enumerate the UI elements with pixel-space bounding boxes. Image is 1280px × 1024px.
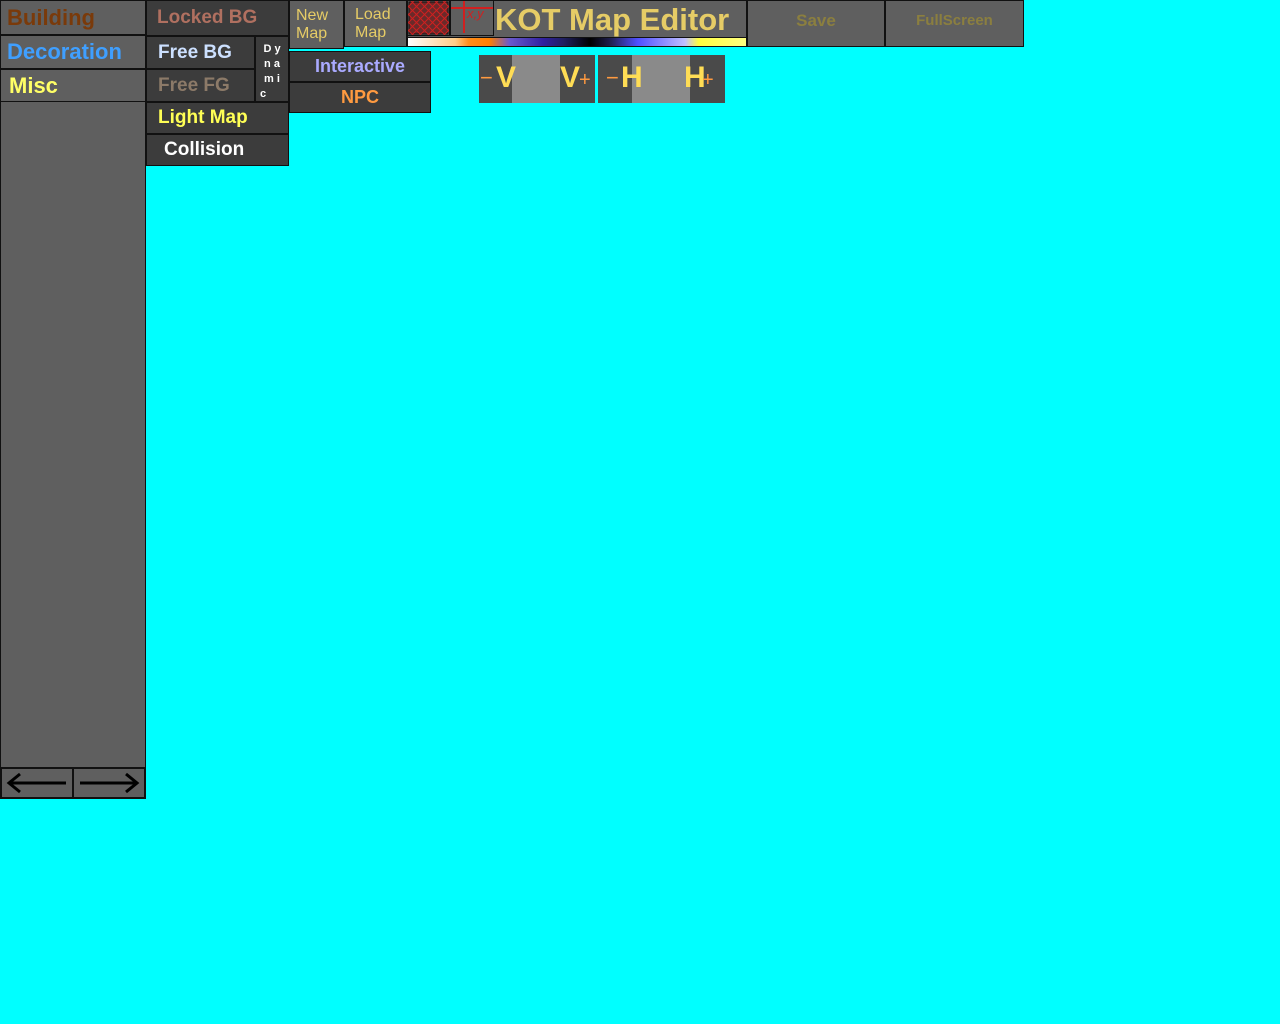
horizontal-resize-control: − H H + xyxy=(598,55,725,103)
layer-free-fg[interactable]: Free FG xyxy=(146,69,255,102)
layer-interactive-label: Interactive xyxy=(314,56,406,76)
tile-palette[interactable] xyxy=(0,102,146,768)
new-map-button[interactable]: New Map xyxy=(289,0,344,49)
h-plus-button[interactable]: H + xyxy=(684,55,725,103)
v-plus-button[interactable]: V + xyxy=(560,55,595,103)
vertical-size-display xyxy=(512,55,560,103)
category-misc[interactable]: Misc xyxy=(0,69,146,102)
grid-toggle-button[interactable] xyxy=(407,0,450,36)
category-building-label: Building xyxy=(7,4,95,30)
layer-dynamic[interactable]: D y n a m i c xyxy=(255,36,289,102)
arrow-right-icon xyxy=(80,772,140,794)
grid-icon xyxy=(408,1,449,35)
minus-sign: − xyxy=(606,65,619,90)
h-minus-label: H xyxy=(621,61,643,94)
layer-free-bg-label: Free BG xyxy=(158,41,232,63)
new-map-label: Map xyxy=(296,25,328,42)
load-map-button[interactable]: Load Map xyxy=(344,0,407,47)
layer-locked-bg-label: Locked BG xyxy=(157,7,258,28)
xy-label: x,y xyxy=(467,6,484,21)
layer-free-bg[interactable]: Free BG xyxy=(146,36,255,69)
v-minus-label: V xyxy=(496,61,517,94)
layer-npc-label: NPC xyxy=(340,87,379,107)
h-minus-button[interactable]: − H xyxy=(598,55,643,103)
layer-light-map-label: Light Map xyxy=(158,107,248,128)
layer-npc[interactable]: NPC xyxy=(289,82,431,113)
layer-collision-label: Collision xyxy=(164,139,245,160)
load-map-label: Map xyxy=(355,24,387,41)
save-button[interactable]: Save xyxy=(747,0,885,47)
category-building[interactable]: Building xyxy=(0,0,146,35)
minus-sign: − xyxy=(480,65,493,90)
category-decoration[interactable]: Decoration xyxy=(0,35,146,69)
dynamic-label-line: D y xyxy=(263,43,281,55)
dynamic-label-line: c xyxy=(260,88,267,100)
layer-free-fg-label: Free FG xyxy=(158,74,230,96)
fullscreen-button-label: FullScreen xyxy=(916,12,993,29)
prev-page-button[interactable] xyxy=(0,767,74,799)
map-canvas[interactable] xyxy=(146,166,1280,1024)
arrow-left-icon xyxy=(6,772,66,794)
color-palette-strip[interactable] xyxy=(407,37,747,47)
save-button-label: Save xyxy=(796,10,836,30)
fullscreen-button[interactable]: FullScreen xyxy=(885,0,1024,47)
coordinates-toggle-button[interactable]: x,y xyxy=(450,0,494,36)
plus-sign: + xyxy=(702,69,714,91)
category-misc-label: Misc xyxy=(9,72,58,98)
dynamic-label-line: m i xyxy=(264,73,280,85)
layer-light-map[interactable]: Light Map xyxy=(146,102,289,134)
app-title: KOT Map Editor xyxy=(495,2,730,37)
new-map-label: New xyxy=(296,7,329,24)
plus-sign: + xyxy=(579,69,591,91)
v-plus-label: V xyxy=(560,61,581,94)
load-map-label: Load xyxy=(355,6,391,23)
layer-collision[interactable]: Collision xyxy=(146,134,289,166)
category-decoration-label: Decoration xyxy=(7,39,122,64)
dynamic-label-line: n a xyxy=(264,58,280,70)
vertical-resize-control: − V V + xyxy=(479,55,595,103)
layer-locked-bg[interactable]: Locked BG xyxy=(146,0,289,36)
v-minus-button[interactable]: − V xyxy=(479,55,516,103)
layer-interactive[interactable]: Interactive xyxy=(289,51,431,82)
next-page-button[interactable] xyxy=(72,767,146,799)
